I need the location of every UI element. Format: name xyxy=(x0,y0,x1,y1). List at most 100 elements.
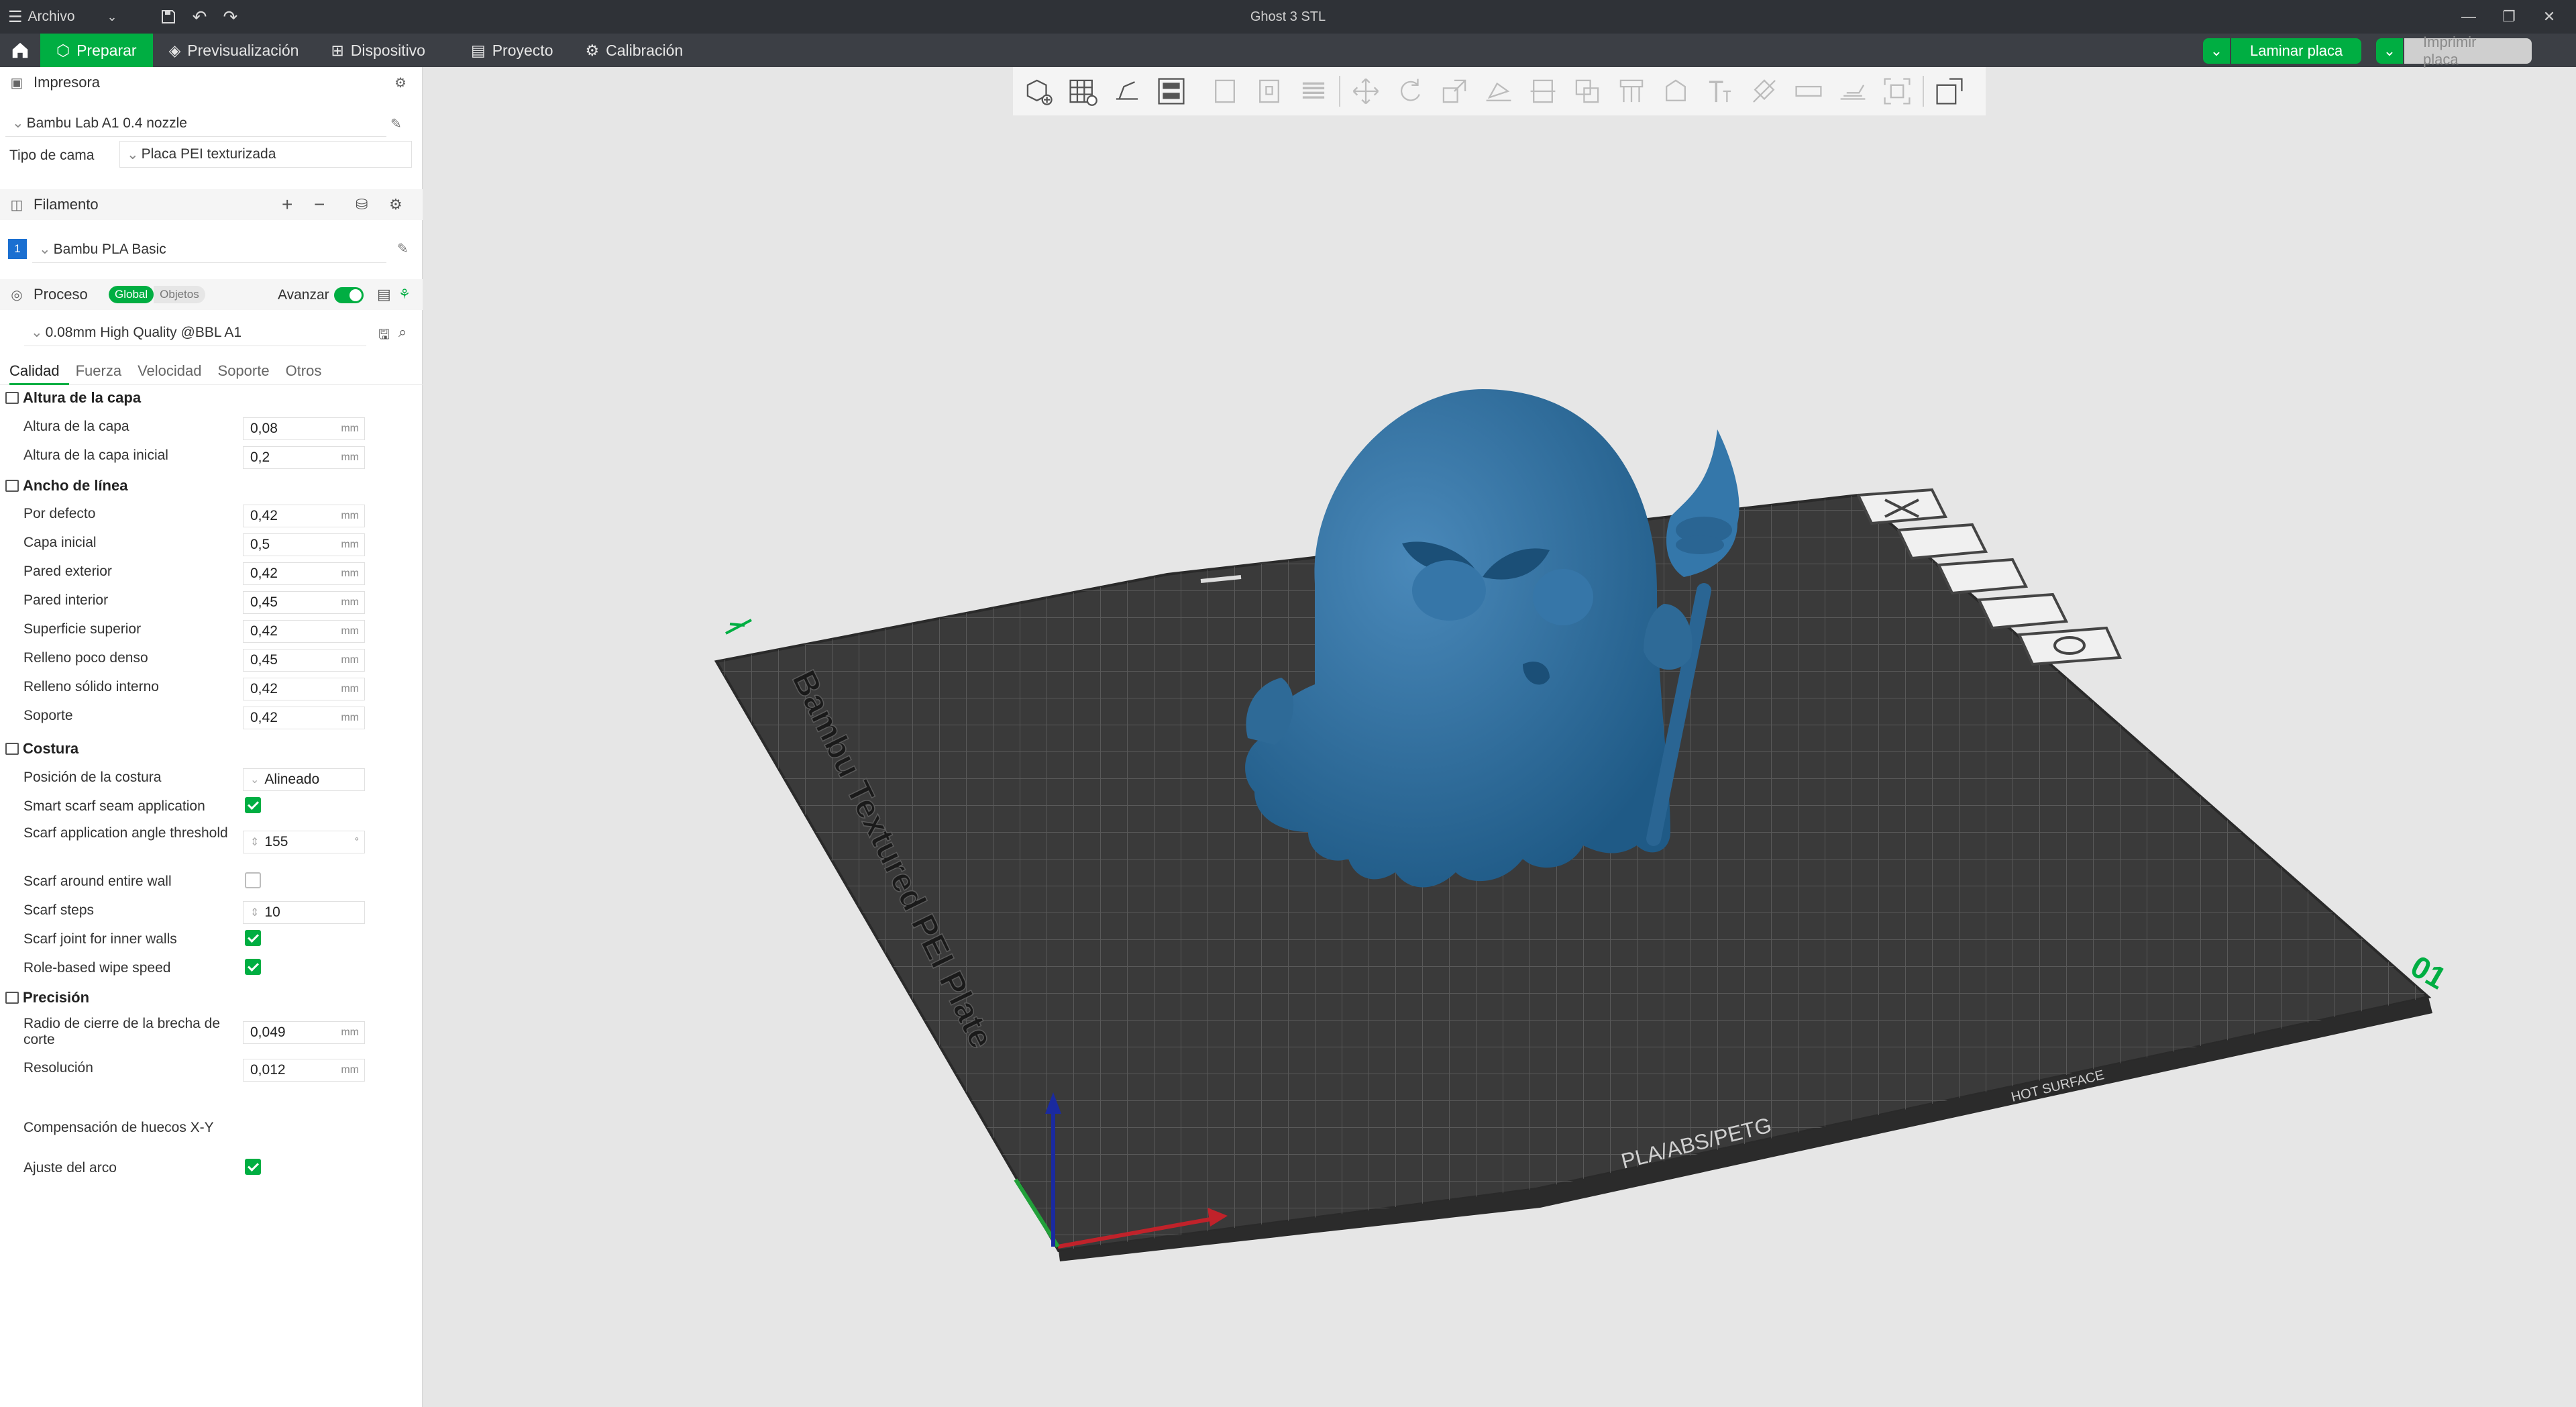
bed-type-select[interactable]: ⌄ Placa PEI texturizada xyxy=(119,141,412,168)
lw-support-label: Soporte xyxy=(23,708,73,723)
print-plate-button[interactable]: ⌄ Imprimir placa xyxy=(2376,34,2532,68)
slice-gap-value: 0,049 xyxy=(250,1025,286,1040)
slice-plate-button[interactable]: ⌄ Laminar placa xyxy=(2203,38,2362,64)
initial-layer-height-input[interactable]: 0,2 mm xyxy=(243,446,365,469)
tab-speed[interactable]: Velocidad xyxy=(138,356,211,385)
spin-icon[interactable]: ⇕ xyxy=(250,835,259,849)
global-objects-toggle[interactable]: Global Objetos xyxy=(109,286,205,303)
group-layer-height: Altura de la capa xyxy=(0,389,413,407)
viewport-3d[interactable]: Bambu Textured PEI Plate PLA/ABS/PETG HO… xyxy=(423,67,2576,1407)
calibration-icon: ⚙ xyxy=(585,41,600,59)
tab-calibration-label: Calibración xyxy=(606,41,684,59)
objects-option[interactable]: Objetos xyxy=(154,286,205,303)
close-button[interactable]: ✕ xyxy=(2529,0,2569,34)
scarf-inner-checkbox[interactable] xyxy=(245,930,261,946)
precision-icon xyxy=(5,992,19,1004)
group-layer-height-title: Altura de la capa xyxy=(23,389,142,406)
settings-gear-icon[interactable]: ⚙ xyxy=(389,196,402,213)
home-button[interactable] xyxy=(0,34,40,67)
tab-calibration[interactable]: ⚙ Calibración xyxy=(569,34,699,67)
ghost-model[interactable] xyxy=(1245,389,1739,888)
chevron-down-icon: ⌄ xyxy=(39,242,51,257)
initial-layer-height-value: 0,2 xyxy=(250,450,270,465)
lw-initial-input[interactable]: 0,5 mm xyxy=(243,533,365,556)
settings-gear-icon[interactable]: ⚙ xyxy=(392,74,409,91)
save-button[interactable] xyxy=(152,0,184,34)
tab-device[interactable]: ⊞ Dispositivo xyxy=(315,34,441,67)
tab-project-label: Proyecto xyxy=(492,41,553,59)
filament-preset-select[interactable]: ⌄ Bambu PLA Basic xyxy=(32,236,386,263)
filament-slot-badge[interactable]: 1 xyxy=(8,239,27,259)
save-preset-icon[interactable]: 🖫 xyxy=(378,325,390,348)
delete-plate-icon[interactable] xyxy=(1856,488,1948,525)
filament-sync-icon[interactable]: ⛁ xyxy=(356,196,368,213)
resolution-input[interactable]: 0,012 mm xyxy=(243,1059,365,1082)
undo-button[interactable]: ↶ xyxy=(184,0,215,34)
arrange-plate-icon[interactable] xyxy=(1896,523,1988,560)
tab-device-label: Dispositivo xyxy=(350,41,425,59)
minimize-button[interactable]: — xyxy=(2449,0,2489,34)
settings-panel: ▣ Impresora ⚙ ⌄ Bambu Lab A1 0.4 nozzle … xyxy=(0,67,423,1407)
initial-layer-height-label: Altura de la capa inicial xyxy=(23,448,168,463)
home-icon xyxy=(12,42,28,58)
print-plate-label: Imprimir placa xyxy=(2404,34,2532,68)
scarf-around-checkbox[interactable] xyxy=(245,872,261,888)
lock-plate-icon[interactable] xyxy=(1976,592,2069,630)
plate-settings-icon[interactable] xyxy=(2017,626,2123,666)
chevron-down-icon: ⌄ xyxy=(107,9,117,23)
smart-scarf-checkbox[interactable] xyxy=(245,797,261,813)
plate-edit-icon[interactable] xyxy=(725,619,752,635)
chevron-down-icon: ⌄ xyxy=(31,325,43,340)
layer-height-input[interactable]: 0,08 mm xyxy=(243,417,365,440)
process-preset-select[interactable]: ⌄ 0.08mm High Quality @BBL A1 xyxy=(24,319,366,346)
tab-strength[interactable]: Fuerza xyxy=(76,356,131,385)
chevron-down-icon[interactable]: ⌄ xyxy=(2376,38,2403,64)
seam-position-label: Posición de la costura xyxy=(23,770,162,785)
bed-type-value: Placa PEI texturizada xyxy=(141,146,276,162)
spin-icon[interactable]: ⇕ xyxy=(250,906,259,919)
compare-icon[interactable]: ▤ xyxy=(377,286,391,303)
global-option[interactable]: Global xyxy=(109,286,154,303)
lw-inner-wall-input[interactable]: 0,45 mm xyxy=(243,591,365,614)
smart-scarf-label: Smart scarf seam application xyxy=(23,798,205,814)
file-menu[interactable]: ☰ Archivo ⌄ xyxy=(0,0,125,34)
tab-prepare[interactable]: ⬡ Preparar xyxy=(40,34,153,67)
tab-preview[interactable]: ◈ Previsualización xyxy=(153,34,315,67)
save-icon xyxy=(161,10,175,23)
layer-height-value: 0,08 xyxy=(250,421,278,436)
orient-plate-icon[interactable] xyxy=(1936,558,2029,595)
scarf-angle-input[interactable]: ⇕ 155 ° xyxy=(243,831,365,853)
slice-plate-label: Laminar placa xyxy=(2231,38,2362,64)
tab-project[interactable]: ▤ Proyecto xyxy=(455,34,570,67)
wipe-speed-checkbox[interactable] xyxy=(245,959,261,975)
tab-quality[interactable]: Calidad xyxy=(9,356,69,385)
search-icon[interactable]: ⌕ xyxy=(398,323,407,341)
scarf-steps-input[interactable]: ⇕ 10 xyxy=(243,901,365,924)
remove-icon[interactable]: − xyxy=(314,194,325,215)
tab-support[interactable]: Soporte xyxy=(218,356,279,385)
device-icon: ⊞ xyxy=(331,41,344,59)
restore-button[interactable]: ❐ xyxy=(2489,0,2529,34)
chevron-down-icon[interactable]: ⌄ xyxy=(2203,38,2230,64)
redo-button[interactable]: ↷ xyxy=(215,0,246,34)
lw-support-input[interactable]: 0,42 mm xyxy=(243,707,365,729)
arc-fitting-checkbox[interactable] xyxy=(245,1159,261,1175)
seam-position-select[interactable]: ⌄ Alineado xyxy=(243,768,365,791)
lw-default-input[interactable]: 0,42 mm xyxy=(243,505,365,527)
add-icon[interactable]: + xyxy=(282,194,292,215)
slice-gap-input[interactable]: 0,049 mm xyxy=(243,1021,365,1044)
lw-sparse-infill-input[interactable]: 0,45 mm xyxy=(243,649,365,672)
lw-top-surface-input[interactable]: 0,42 mm xyxy=(243,620,365,643)
advanced-switch[interactable] xyxy=(334,287,364,303)
tab-others[interactable]: Otros xyxy=(286,356,331,385)
auto-icon[interactable]: ⚘ xyxy=(398,286,411,303)
chevron-down-icon: ⌄ xyxy=(250,774,260,786)
lw-outer-wall-input[interactable]: 0,42 mm xyxy=(243,562,365,585)
edit-icon[interactable]: ✎ xyxy=(397,240,409,257)
edit-icon[interactable]: ✎ xyxy=(390,115,402,132)
unit-mm: mm xyxy=(341,596,359,608)
lw-solid-infill-input[interactable]: 0,42 mm xyxy=(243,678,365,700)
unit-mm: mm xyxy=(341,568,359,579)
printer-section-header: ▣ Impresora ⚙ xyxy=(0,67,423,98)
printer-preset-select[interactable]: ⌄ Bambu Lab A1 0.4 nozzle xyxy=(5,110,386,137)
